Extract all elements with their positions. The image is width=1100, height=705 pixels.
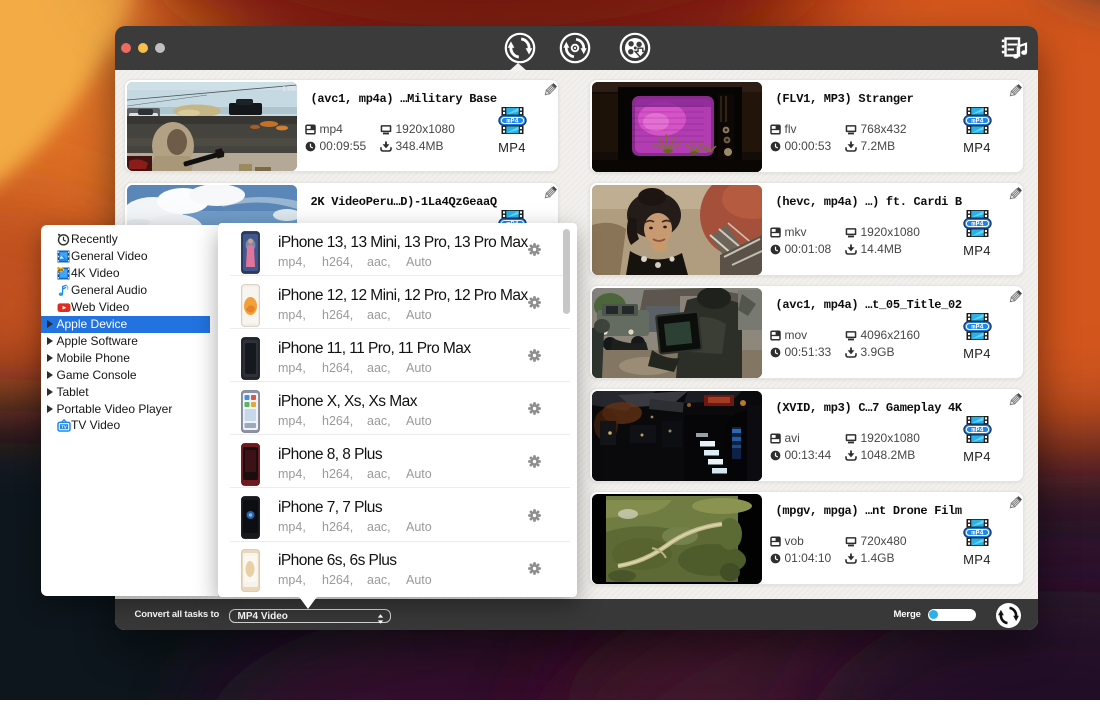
svg-text:mP4: mP4 xyxy=(971,530,983,538)
svg-text:mP4: mP4 xyxy=(971,118,983,126)
svg-text:mP4: mP4 xyxy=(971,221,983,229)
svg-text:1:05: 1:05 xyxy=(282,86,296,93)
svg-text:TV: TV xyxy=(61,425,67,430)
svg-text:mP4: mP4 xyxy=(971,427,983,435)
svg-text:mP4: mP4 xyxy=(971,324,983,332)
svg-text:mP4: mP4 xyxy=(506,117,518,125)
svg-text:4K: 4K xyxy=(57,267,64,272)
